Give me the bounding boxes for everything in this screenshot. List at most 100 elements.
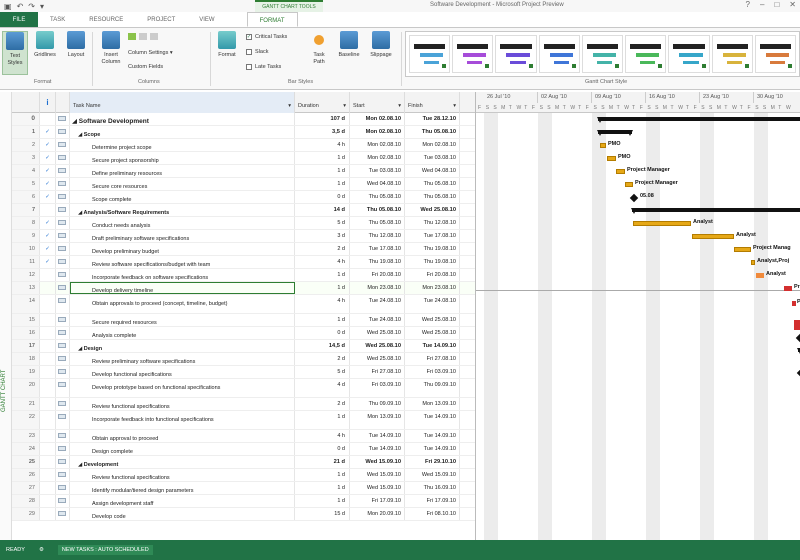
task-name-cell[interactable]: Draft preliminary software specification… (70, 230, 295, 242)
tab-file[interactable]: FILE (0, 12, 38, 27)
task-mode-cell[interactable] (56, 398, 70, 410)
row-id[interactable]: 4 (12, 165, 40, 177)
row-id[interactable]: 24 (12, 443, 40, 455)
task-name-cell[interactable]: Review preliminary software specificatio… (70, 353, 295, 365)
task-name-cell[interactable]: Secure project sponsorship (70, 152, 295, 164)
redo-icon[interactable]: ↷ (28, 2, 35, 11)
start-cell[interactable]: Mon 02.08.10 (350, 152, 405, 164)
finish-cell[interactable]: Thu 05.08.10 (405, 191, 460, 203)
gantt-bars-area[interactable]: PMO PMO Project Manager Project Manager … (476, 113, 800, 540)
row-id[interactable]: 23 (12, 430, 40, 442)
row-id[interactable]: 16 (12, 327, 40, 339)
task-bar[interactable] (756, 273, 764, 278)
task-mode-cell[interactable] (56, 113, 70, 125)
task-mode-cell[interactable] (56, 295, 70, 313)
task-row[interactable]: 25 ◢ Development 21 d Wed 15.09.10 Fri 29.10… (12, 456, 475, 469)
row-id[interactable]: 21 (12, 398, 40, 410)
task-mode-cell[interactable] (56, 411, 70, 429)
gantt-style-swatch[interactable] (452, 35, 494, 73)
task-name-cell[interactable]: Secure core resources (70, 178, 295, 190)
task-row[interactable]: 4 ✓ Define preliminary resources 1 d Tue 03.… (12, 165, 475, 178)
undo-icon[interactable]: ↶ (17, 2, 24, 11)
finish-cell[interactable]: Wed 25.08.10 (405, 314, 460, 326)
task-bar[interactable] (607, 156, 616, 161)
finish-cell[interactable]: Thu 05.08.10 (405, 178, 460, 190)
start-cell[interactable]: Thu 12.08.10 (350, 230, 405, 242)
start-cell[interactable]: Wed 25.08.10 (350, 327, 405, 339)
finish-cell[interactable]: Fri 03.09.10 (405, 366, 460, 378)
task-name-cell[interactable]: Obtain approvals to proceed (concept, ti… (70, 295, 295, 313)
row-id[interactable]: 5 (12, 178, 40, 190)
task-mode-cell[interactable] (56, 165, 70, 177)
row-id[interactable]: 22 (12, 411, 40, 429)
finish-cell[interactable]: Tue 24.08.10 (405, 295, 460, 313)
tab-resource[interactable]: RESOURCE (77, 12, 135, 27)
align-center-icon[interactable] (139, 33, 147, 40)
align-left-icon[interactable] (128, 33, 136, 40)
task-name-cell[interactable]: ◢ Development (70, 456, 295, 468)
help-icon[interactable]: ? (746, 0, 750, 9)
task-name-cell[interactable]: Review functional specifications (70, 398, 295, 410)
start-cell[interactable]: Thu 05.08.10 (350, 217, 405, 229)
start-cell[interactable]: Fri 27.08.10 (350, 366, 405, 378)
task-name-cell[interactable]: Define preliminary resources (70, 165, 295, 177)
task-name-cell[interactable]: Develop functional specifications (70, 366, 295, 378)
summary-bar[interactable] (597, 130, 633, 136)
finish-cell[interactable]: Fri 27.08.10 (405, 353, 460, 365)
duration-cell[interactable]: 15 d (295, 508, 350, 520)
task-mode-cell[interactable] (56, 269, 70, 281)
duration-cell[interactable]: 0 d (295, 443, 350, 455)
task-mode-cell[interactable] (56, 366, 70, 378)
milestone[interactable] (795, 333, 800, 343)
duration-cell[interactable]: 4 h (295, 139, 350, 151)
duration-cell[interactable]: 107 d (295, 113, 350, 125)
finish-cell[interactable]: Wed 04.08.10 (405, 165, 460, 177)
row-id[interactable]: 25 (12, 456, 40, 468)
task-bar[interactable] (784, 286, 792, 291)
start-cell[interactable]: Wed 15.09.10 (350, 469, 405, 481)
task-name-cell[interactable]: Design complete (70, 443, 295, 455)
finish-cell[interactable]: Wed 15.09.10 (405, 469, 460, 481)
close-icon[interactable]: ✕ (789, 0, 796, 9)
finish-cell[interactable]: Thu 09.09.10 (405, 379, 460, 397)
finish-header[interactable]: Finish ▾ (405, 92, 460, 113)
tab-project[interactable]: PROJECT (135, 12, 187, 27)
gantt-style-swatch[interactable] (495, 35, 537, 73)
row-id[interactable]: 0 (12, 113, 40, 125)
gantt-style-swatch[interactable] (538, 35, 580, 73)
duration-cell[interactable]: 1 d (295, 411, 350, 429)
finish-cell[interactable]: Tue 17.08.10 (405, 230, 460, 242)
duration-cell[interactable]: 1 d (295, 165, 350, 177)
finish-cell[interactable]: Tue 03.08.10 (405, 152, 460, 164)
task-mode-cell[interactable] (56, 353, 70, 365)
task-bar[interactable] (600, 143, 606, 148)
task-mode-cell[interactable] (56, 430, 70, 442)
task-mode-cell[interactable] (56, 191, 70, 203)
finish-cell[interactable]: Thu 19.08.10 (405, 256, 460, 268)
task-row[interactable]: 27 Identify modular/tiered design paramet… (12, 482, 475, 495)
task-row[interactable]: 22 Incorporate feedback into functional s… (12, 411, 475, 430)
task-name-cell[interactable]: Obtain approval to proceed (70, 430, 295, 442)
finish-cell[interactable]: Tue 28.12.10 (405, 113, 460, 125)
duration-cell[interactable]: 14 d (295, 204, 350, 216)
start-cell[interactable]: Fri 03.09.10 (350, 379, 405, 397)
gridlines-button[interactable]: Gridlines (30, 31, 60, 75)
duration-cell[interactable]: 0 d (295, 327, 350, 339)
task-name-cell[interactable]: Scope complete (70, 191, 295, 203)
task-name-cell[interactable]: Analysis complete (70, 327, 295, 339)
task-mode-cell[interactable] (56, 139, 70, 151)
row-id[interactable]: 1 (12, 126, 40, 138)
task-bar[interactable] (751, 260, 755, 265)
task-mode-header[interactable] (56, 92, 70, 113)
tab-view[interactable]: VIEW (187, 12, 226, 27)
layout-button[interactable]: Layout (62, 31, 90, 75)
task-mode-cell[interactable] (56, 456, 70, 468)
task-row[interactable]: 17 ◢ Design 14,5 d Wed 25.08.10 Tue 14.09.10 (12, 340, 475, 353)
task-name-cell[interactable]: Develop prototype based on functional sp… (70, 379, 295, 397)
task-bar[interactable] (633, 221, 691, 226)
duration-cell[interactable]: 4 h (295, 430, 350, 442)
start-cell[interactable]: Thu 05.08.10 (350, 191, 405, 203)
task-mode-cell[interactable] (56, 495, 70, 507)
start-cell[interactable]: Tue 24.08.10 (350, 295, 405, 313)
task-row[interactable]: 15 Secure required resources 1 d Tue 24.08.… (12, 314, 475, 327)
